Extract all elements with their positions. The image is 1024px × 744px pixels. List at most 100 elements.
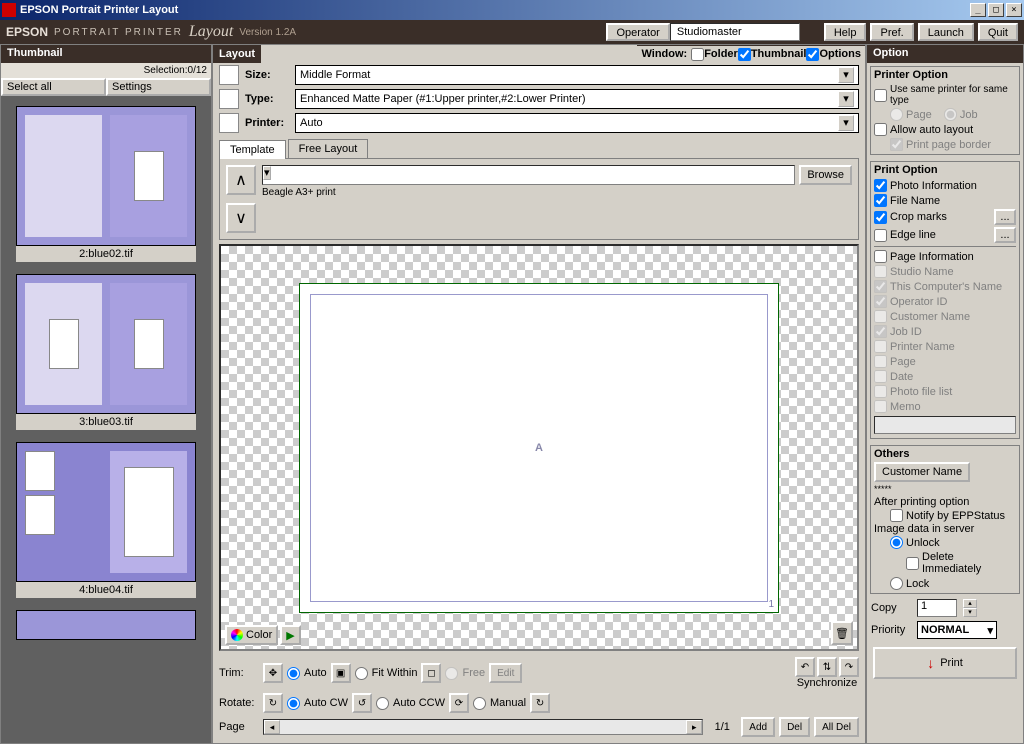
thumbnail-item[interactable]: 4:blue04.tif <box>16 442 196 598</box>
operator-label: Operator <box>606 23 669 41</box>
thumbnail-checkbox[interactable] <box>738 48 751 61</box>
sync-icon-2[interactable]: ⇅ <box>817 657 837 677</box>
printer-icon <box>219 113 239 133</box>
print-option-group: Print Option Photo Information File Name… <box>870 161 1020 439</box>
printer-name-checkbox <box>874 340 887 353</box>
trim-icon[interactable]: ✥ <box>263 663 283 683</box>
rotate-manual-radio[interactable] <box>473 697 486 710</box>
print-button[interactable]: ↓ Print <box>873 647 1017 679</box>
template-up-button[interactable]: ∧ <box>226 165 256 195</box>
size-label: Size: <box>245 69 295 81</box>
use-same-printer-checkbox[interactable] <box>874 89 887 102</box>
crop-marks-settings[interactable]: ... <box>994 209 1016 225</box>
edge-line-settings[interactable]: ... <box>994 227 1016 243</box>
thumb-settings-button[interactable]: Settings <box>106 78 211 96</box>
template-select[interactable]: ▾ <box>262 165 795 185</box>
launch-button[interactable]: Launch <box>918 23 974 41</box>
page-alldel-button[interactable]: All Del <box>814 717 859 737</box>
tab-template[interactable]: Template <box>219 140 286 159</box>
thumbnail-item[interactable]: 2:blue02.tif <box>16 106 196 262</box>
trim-fitwithin-radio[interactable] <box>355 667 368 680</box>
free-icon[interactable]: ◻ <box>421 663 441 683</box>
copy-input[interactable]: 1 <box>917 599 957 617</box>
thumbnail-caption: 3:blue03.tif <box>16 414 196 430</box>
close-button[interactable]: × <box>1006 3 1022 17</box>
thumbnail-list[interactable]: 2:blue02.tif 3:blue03.tif 4:blue04.tif <box>1 96 211 743</box>
minimize-button[interactable]: _ <box>970 3 986 17</box>
rotate-label: Rotate: <box>219 697 259 709</box>
priority-select[interactable]: NORMAL▾ <box>917 621 997 639</box>
rotate-autoccw-radio[interactable] <box>376 697 389 710</box>
options-checkbox[interactable] <box>806 48 819 61</box>
help-button[interactable]: Help <box>824 23 867 41</box>
size-select[interactable]: Middle Format▾ <box>295 65 859 85</box>
color-picker-button[interactable]: Color <box>225 625 278 645</box>
trim-edit-button[interactable]: Edit <box>489 663 522 683</box>
type-select[interactable]: Enhanced Matte Paper (#1:Upper printer,#… <box>295 89 859 109</box>
sync-icon-3[interactable]: ↷ <box>839 657 859 677</box>
rotate-action-button[interactable]: ↻ <box>530 693 550 713</box>
sync-icon-1[interactable]: ↶ <box>795 657 815 677</box>
print-arrow-icon: ↓ <box>927 655 934 671</box>
trim-label: Trim: <box>219 667 259 679</box>
rotate-autocw-radio[interactable] <box>287 697 300 710</box>
page-del-button[interactable]: Del <box>779 717 810 737</box>
layout-header: Layout <box>213 46 261 62</box>
notify-checkbox[interactable] <box>890 509 903 522</box>
template-caption: Beagle A3+ print <box>262 185 852 200</box>
page-scroll-right[interactable]: ▸ <box>686 720 702 734</box>
allow-auto-layout-checkbox[interactable] <box>874 123 887 136</box>
printer-select[interactable]: Auto▾ <box>295 113 859 133</box>
page-add-button[interactable]: Add <box>741 717 775 737</box>
computer-name-checkbox <box>874 280 887 293</box>
rotate-cw-icon[interactable]: ↻ <box>263 693 283 713</box>
crop-marks-checkbox[interactable] <box>874 211 887 224</box>
quit-button[interactable]: Quit <box>978 23 1018 41</box>
page-info-checkbox[interactable] <box>874 250 887 263</box>
page-scrollbar[interactable]: ◂ ▸ <box>263 719 703 735</box>
synchronize-label: Synchronize <box>797 677 858 689</box>
customer-name-button[interactable]: Customer Name <box>874 462 970 482</box>
trim-auto-radio[interactable] <box>287 667 300 680</box>
copy-spin-up[interactable]: ▴ <box>963 599 977 608</box>
select-all-button[interactable]: Select all <box>1 78 106 96</box>
folder-checkbox[interactable] <box>691 48 704 61</box>
unlock-radio[interactable] <box>890 536 903 549</box>
fitwithin-icon[interactable]: ▣ <box>331 663 351 683</box>
window-title: EPSON Portrait Printer Layout <box>20 4 968 16</box>
browse-button[interactable]: Browse <box>799 165 852 185</box>
operator-id-checkbox <box>874 295 887 308</box>
template-down-button[interactable]: ∨ <box>226 203 256 233</box>
thumbnail-panel: Thumbnail Selection:0/12 Select all Sett… <box>0 44 212 744</box>
window-label: Window: <box>641 48 687 60</box>
lock-radio[interactable] <box>890 577 903 590</box>
rotate-manual-icon[interactable]: ⟳ <box>449 693 469 713</box>
rotate-ccw-icon[interactable]: ↺ <box>352 693 372 713</box>
thumbnail-item[interactable]: 3:blue03.tif <box>16 274 196 430</box>
edge-line-checkbox[interactable] <box>874 229 887 242</box>
dropdown-arrow-icon[interactable]: ▾ <box>838 91 854 107</box>
dropdown-arrow-icon[interactable]: ▾ <box>838 67 854 83</box>
dropdown-arrow-icon[interactable]: ▾ <box>263 166 271 180</box>
tab-free-layout[interactable]: Free Layout <box>288 139 369 158</box>
trash-button[interactable]: 🗑 <box>831 621 853 645</box>
page-preview[interactable]: A 1 <box>299 283 779 613</box>
trim-free-radio[interactable] <box>445 667 458 680</box>
operator-field[interactable]: Studiomaster <box>670 23 800 41</box>
maximize-button[interactable]: □ <box>988 3 1004 17</box>
brand-layout: Layout <box>189 23 233 41</box>
copy-spin-down[interactable]: ▾ <box>963 608 977 617</box>
selection-count: Selection:0/12 <box>1 63 211 78</box>
brand-sub: PORTRAIT PRINTER <box>54 27 183 38</box>
delete-immediately-checkbox[interactable] <box>906 557 919 570</box>
file-name-checkbox[interactable] <box>874 194 887 207</box>
play-button[interactable]: ▶ <box>280 625 300 645</box>
page-scroll-left[interactable]: ◂ <box>264 720 280 734</box>
pref-button[interactable]: Pref. <box>870 23 913 41</box>
page-label: Page <box>219 721 259 733</box>
studio-name-checkbox <box>874 265 887 278</box>
dropdown-arrow-icon[interactable]: ▾ <box>838 115 854 131</box>
photo-info-checkbox[interactable] <box>874 179 887 192</box>
layout-canvas[interactable]: A 1 Color ▶ 🗑 <box>219 244 859 651</box>
thumbnail-item[interactable] <box>16 610 196 640</box>
